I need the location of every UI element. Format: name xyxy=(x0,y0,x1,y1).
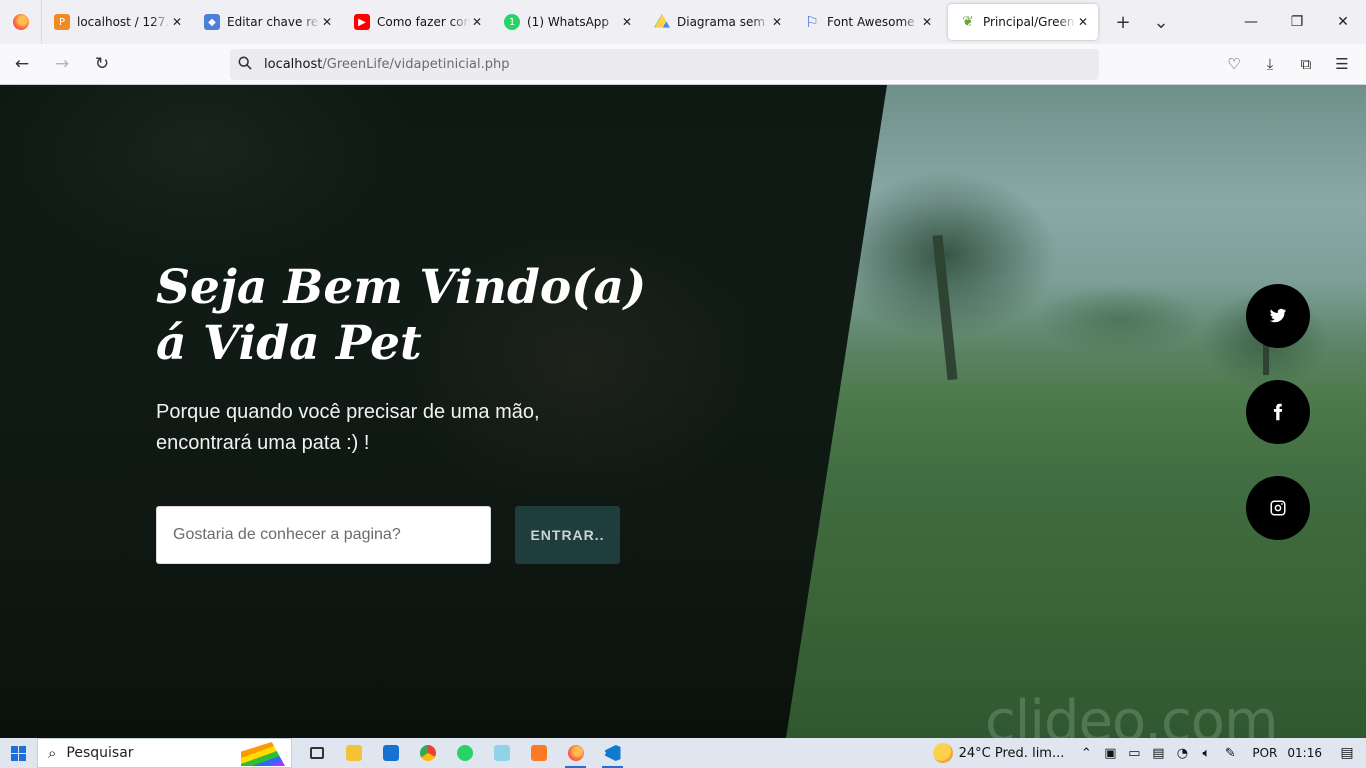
firefox-icon[interactable] xyxy=(557,738,594,768)
weather-text[interactable]: 24°C Pred. lim... xyxy=(959,746,1065,761)
enter-button[interactable]: ENTRAR.. xyxy=(515,506,620,564)
google-drive-icon xyxy=(654,14,670,28)
file-explorer-icon[interactable] xyxy=(335,738,372,768)
language-indicator[interactable]: POR xyxy=(1252,746,1277,760)
close-tab-icon[interactable]: ✕ xyxy=(770,15,784,29)
new-tab-button[interactable]: + xyxy=(1104,4,1142,40)
minimize-icon[interactable]: — xyxy=(1228,0,1274,44)
close-tab-icon[interactable]: ✕ xyxy=(1076,15,1090,29)
hero-title-line-1: Seja Bem Vindo(a) xyxy=(156,260,647,315)
close-tab-icon[interactable]: ✕ xyxy=(320,15,334,29)
system-tray: 24°C Pred. lim... ⌃ ▣ ▭ ▤ ◔ 🔈︎ ✎ POR 01:… xyxy=(932,738,1366,768)
chevron-up-icon[interactable]: ⌃ xyxy=(1074,746,1098,761)
instagram-icon xyxy=(1270,500,1286,516)
weather-icon xyxy=(932,743,953,763)
forward-icon[interactable]: → xyxy=(44,48,80,80)
mail-icon[interactable] xyxy=(372,738,409,768)
task-view-icon[interactable] xyxy=(298,738,335,768)
wifi-icon[interactable]: ◔ xyxy=(1170,746,1194,761)
video-watermark: clideo.com xyxy=(985,689,1279,738)
search-highlight-image xyxy=(241,742,285,766)
page-viewport: Seja Bem Vindo(a) á Vida Pet Porque quan… xyxy=(0,85,1366,738)
url-path: /GreenLife/vidapetinicial.php xyxy=(322,57,510,72)
tab-greenlife[interactable]: ❦ Principal/GreenLife ✕ xyxy=(948,4,1098,40)
tab-title: Editar chave reCAPTCHA xyxy=(227,15,320,29)
visit-page-input[interactable] xyxy=(156,506,491,564)
back-icon[interactable]: ← xyxy=(4,48,40,80)
hero-title-line-2: á Vida Pet xyxy=(156,316,422,371)
close-tab-icon[interactable]: ✕ xyxy=(920,15,934,29)
search-icon: ⌕ xyxy=(48,744,57,762)
notepad-icon[interactable] xyxy=(483,738,520,768)
phpmyadmin-icon: P xyxy=(54,14,70,30)
close-tab-icon[interactable]: ✕ xyxy=(620,15,634,29)
tab-phpmyadmin[interactable]: P localhost / 127.0.0.1 ✕ xyxy=(42,4,192,40)
navigation-toolbar: ← → ↻ localhost/GreenLife/vidapetinicial… xyxy=(0,44,1366,85)
flag-icon: ⚐ xyxy=(805,13,819,31)
display-icon[interactable]: ▤ xyxy=(1146,746,1170,761)
pocket-icon[interactable]: ♡ xyxy=(1216,48,1252,80)
extensions-icon[interactable]: ⧉ xyxy=(1288,48,1324,80)
twitter-button[interactable] xyxy=(1246,284,1310,348)
shield-icon: ◆ xyxy=(204,14,220,30)
sprout-icon: ❦ xyxy=(962,14,974,30)
tab-recaptcha[interactable]: ◆ Editar chave reCAPTCHA ✕ xyxy=(192,4,342,40)
chrome-icon[interactable] xyxy=(409,738,446,768)
facebook-icon xyxy=(1273,403,1283,421)
xampp-icon[interactable] xyxy=(520,738,557,768)
hero-subtitle: Porque quando você precisar de uma mão, … xyxy=(156,401,540,454)
taskbar-search[interactable]: ⌕ Pesquisar xyxy=(37,738,292,768)
tab-whatsapp[interactable]: 1 (1) WhatsApp ✕ xyxy=(492,4,642,40)
app-menu-icon[interactable]: ☰ xyxy=(1324,48,1360,80)
vscode-icon[interactable] xyxy=(594,738,631,768)
close-window-icon[interactable]: ✕ xyxy=(1320,0,1366,44)
tab-title: localhost / 127.0.0.1 xyxy=(77,15,170,29)
facebook-button[interactable] xyxy=(1246,380,1310,444)
notifications-icon[interactable]: ▤ xyxy=(1334,745,1360,761)
close-tab-icon[interactable]: ✕ xyxy=(470,15,484,29)
close-tab-icon[interactable]: ✕ xyxy=(170,15,184,29)
whatsapp-icon: 1 xyxy=(504,14,520,30)
windows-start-icon[interactable] xyxy=(0,738,37,768)
list-all-tabs-button[interactable]: ⌄ xyxy=(1142,4,1180,40)
address-bar[interactable]: localhost/GreenLife/vidapetinicial.php xyxy=(230,49,1099,80)
tab-title: Diagrama sem nome xyxy=(677,15,770,29)
pen-icon[interactable]: ✎ xyxy=(1218,746,1242,761)
hero-title: Seja Bem Vindo(a) á Vida Pet xyxy=(156,260,716,372)
clock[interactable]: 01:16 xyxy=(1287,746,1322,760)
whatsapp-icon[interactable] xyxy=(446,738,483,768)
downloads-icon[interactable]: ⤓ xyxy=(1252,48,1288,80)
youtube-icon: ▶ xyxy=(354,14,370,30)
windows-taskbar: ⌕ Pesquisar 24°C Pred. lim... ⌃ ▣ ▭ ▤ ◔ … xyxy=(0,738,1366,768)
browser-tab-bar: P localhost / 127.0.0.1 ✕ ◆ Editar chave… xyxy=(0,0,1366,44)
twitter-icon xyxy=(1269,308,1287,323)
tab-title: Principal/GreenLife xyxy=(983,15,1076,29)
speaker-icon[interactable]: 🔈︎ xyxy=(1194,746,1218,761)
firefox-menu-icon[interactable] xyxy=(0,0,42,44)
reload-icon[interactable]: ↻ xyxy=(84,48,120,80)
meet-now-icon[interactable]: ▣ xyxy=(1098,746,1122,761)
battery-icon[interactable]: ▭ xyxy=(1122,746,1146,761)
tab-font-awesome[interactable]: ⚐ Font Awesome ✕ xyxy=(792,4,942,40)
tab-title: (1) WhatsApp xyxy=(527,15,610,29)
tab-google-drive[interactable]: Diagrama sem nome ✕ xyxy=(642,4,792,40)
search-icon xyxy=(238,56,258,74)
tab-title: Font Awesome xyxy=(827,15,915,29)
restore-icon[interactable]: ❐ xyxy=(1274,0,1320,44)
tab-title: Como fazer com que xyxy=(377,15,470,29)
instagram-button[interactable] xyxy=(1246,476,1310,540)
taskbar-search-label: Pesquisar xyxy=(66,745,134,761)
url-host: localhost xyxy=(264,57,323,72)
tab-youtube[interactable]: ▶ Como fazer com que ✕ xyxy=(342,4,492,40)
